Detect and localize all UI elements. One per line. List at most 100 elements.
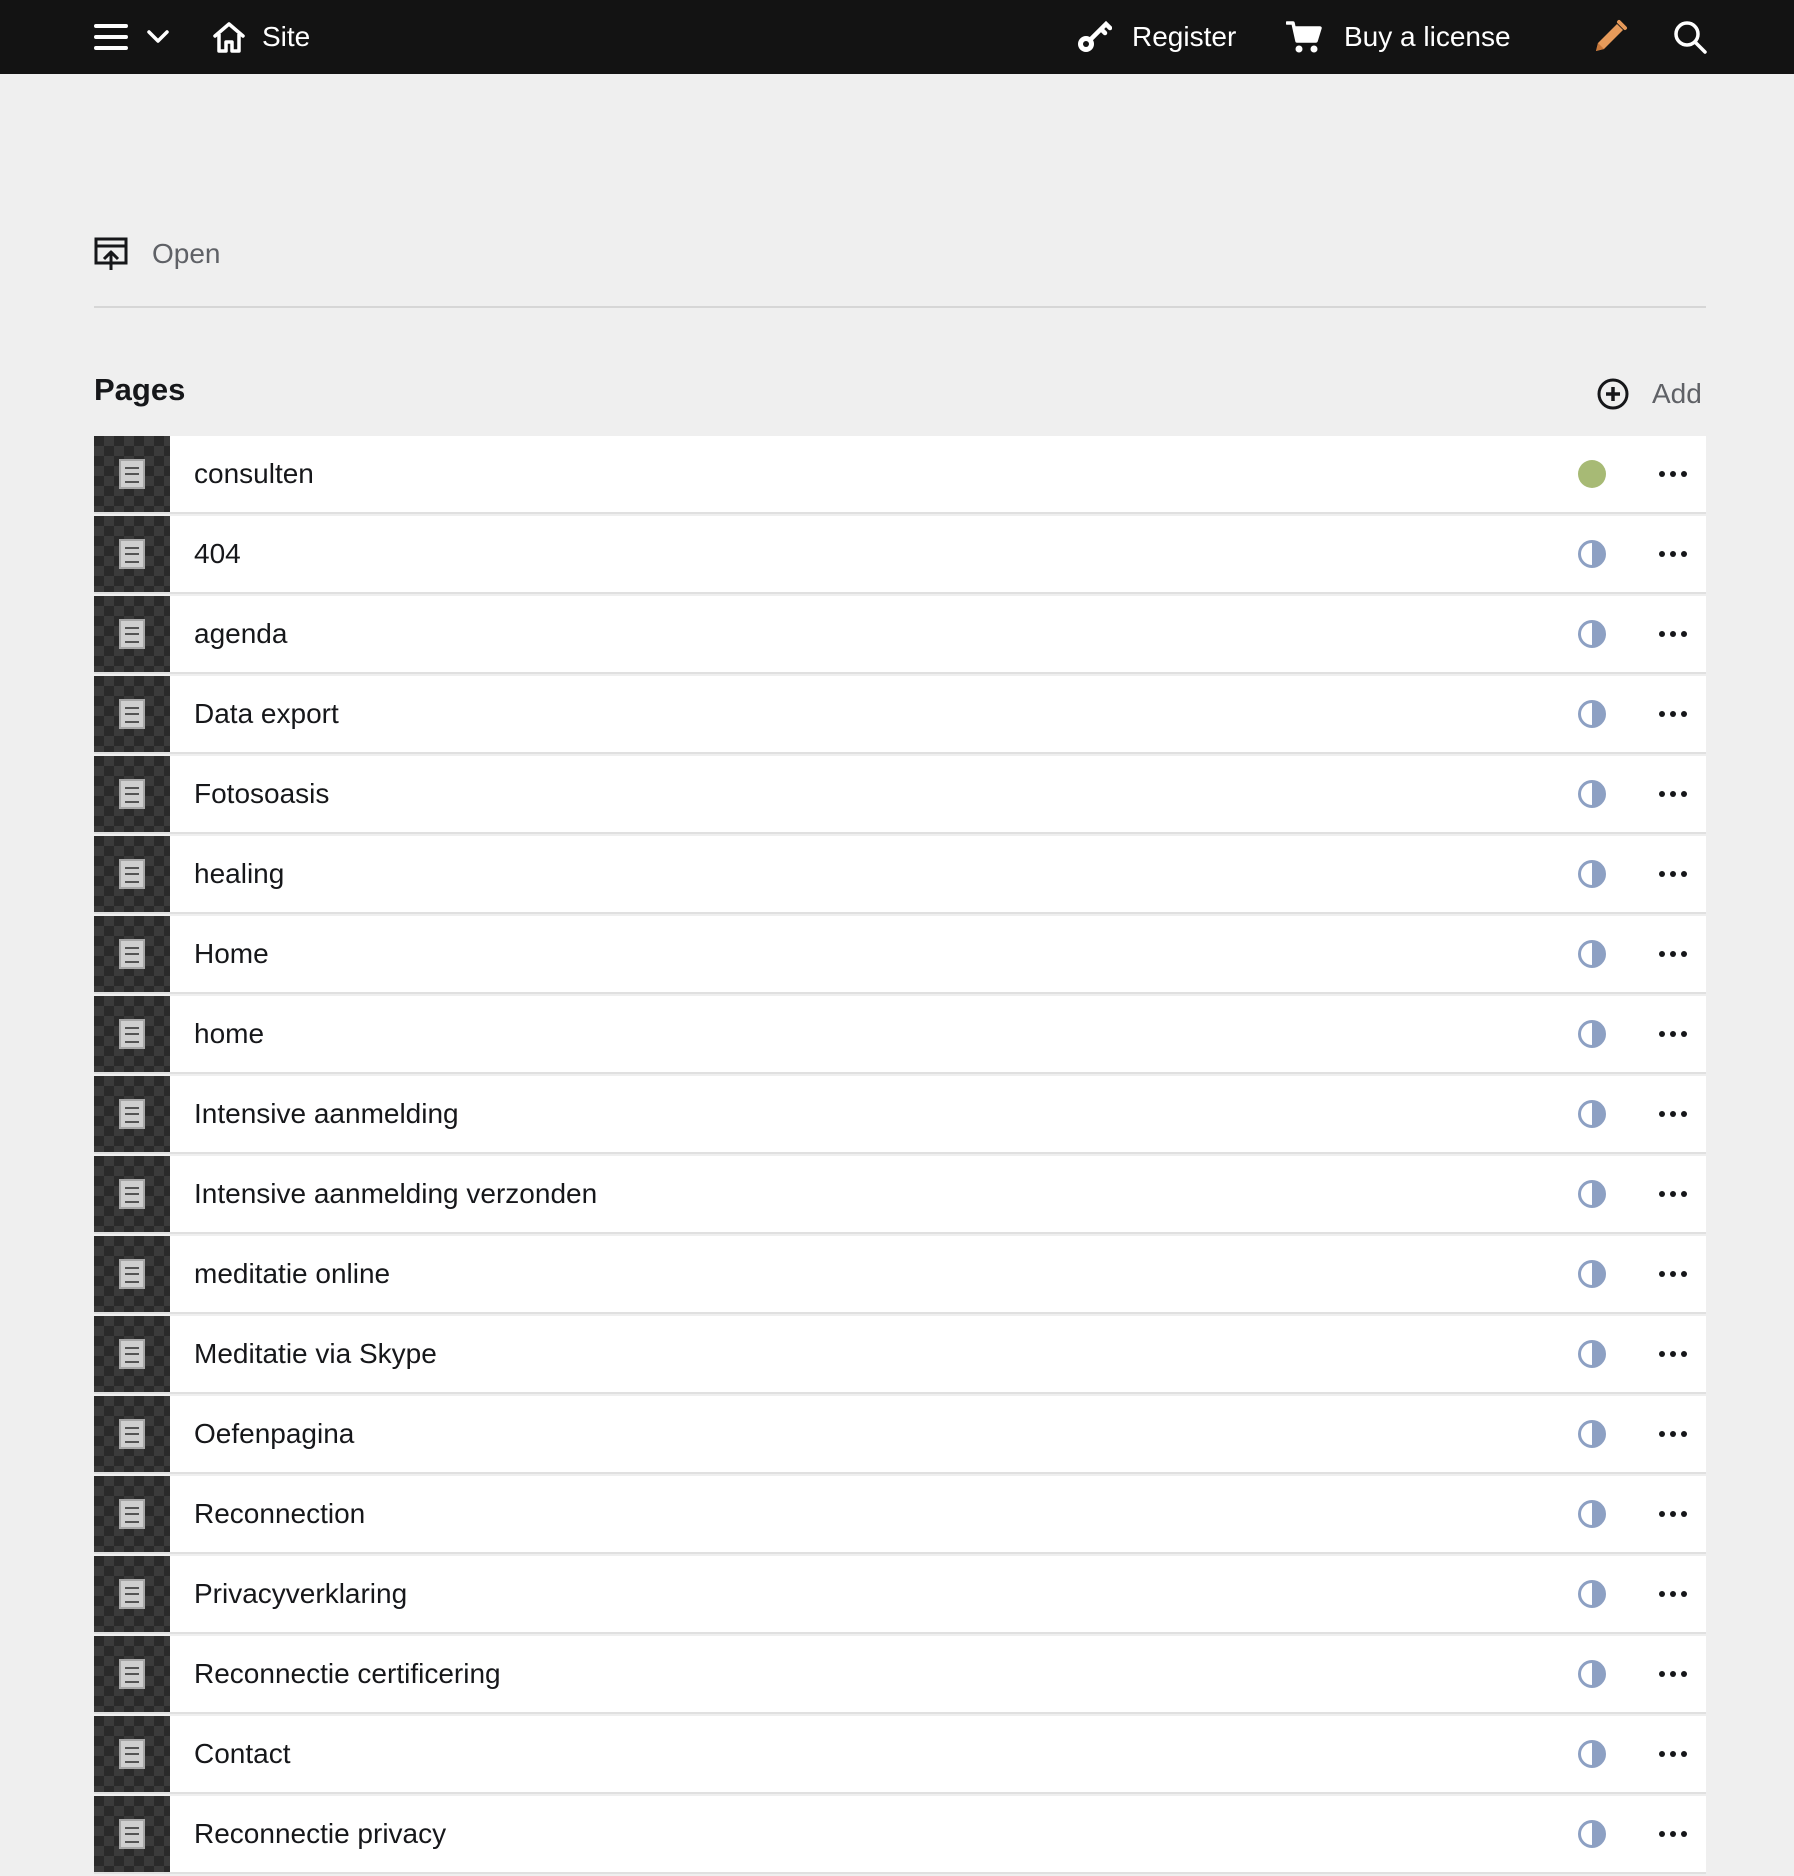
more-options-button[interactable] [1648, 1734, 1698, 1774]
page-row[interactable]: Privacyverklaring [94, 1556, 1706, 1632]
status-draft-icon[interactable] [1578, 1820, 1606, 1848]
page-row[interactable]: Data export [94, 676, 1706, 752]
buy-license-link[interactable]: Buy a license [1286, 0, 1511, 74]
page-title[interactable]: Reconnectie certificering [170, 1658, 1706, 1690]
more-dot [1681, 551, 1687, 557]
more-dot [1681, 871, 1687, 877]
more-options-button[interactable] [1648, 614, 1698, 654]
page-row[interactable]: Intensive aanmelding verzonden [94, 1156, 1706, 1232]
status-draft-icon[interactable] [1578, 940, 1606, 968]
status-draft-icon[interactable] [1578, 1420, 1606, 1448]
page-row[interactable]: Reconnectie privacy [94, 1796, 1706, 1872]
page-title[interactable]: Intensive aanmelding verzonden [170, 1178, 1706, 1210]
status-draft-icon[interactable] [1578, 1500, 1606, 1528]
page-title[interactable]: agenda [170, 618, 1706, 650]
open-button[interactable]: Open [94, 234, 221, 274]
status-draft-icon[interactable] [1578, 860, 1606, 888]
page-title[interactable]: Contact [170, 1738, 1706, 1770]
page-title[interactable]: home [170, 1018, 1706, 1050]
more-options-button[interactable] [1648, 774, 1698, 814]
more-options-button[interactable] [1648, 1654, 1698, 1694]
buy-license-label: Buy a license [1344, 21, 1511, 52]
more-options-button[interactable] [1648, 1334, 1698, 1374]
page-title[interactable]: Reconnection [170, 1498, 1706, 1530]
more-options-button[interactable] [1648, 454, 1698, 494]
status-draft-icon[interactable] [1578, 1180, 1606, 1208]
page-row[interactable]: Oefenpagina [94, 1396, 1706, 1472]
more-options-button[interactable] [1648, 854, 1698, 894]
status-draft-icon[interactable] [1578, 1100, 1606, 1128]
page-row[interactable]: Reconnectie certificering [94, 1636, 1706, 1712]
more-options-button[interactable] [1648, 534, 1698, 574]
more-options-button[interactable] [1648, 1014, 1698, 1054]
more-dot [1659, 791, 1665, 797]
more-dot [1670, 1111, 1676, 1117]
more-dot [1670, 711, 1676, 717]
more-dot [1670, 1191, 1676, 1197]
more-options-button[interactable] [1648, 934, 1698, 974]
menu-button[interactable] [94, 0, 128, 74]
page-row[interactable]: Reconnection [94, 1476, 1706, 1552]
more-dot [1681, 631, 1687, 637]
page-title[interactable]: consulten [170, 458, 1706, 490]
status-draft-icon[interactable] [1578, 780, 1606, 808]
add-page-button[interactable]: Add [1596, 374, 1702, 414]
more-dot [1670, 1591, 1676, 1597]
page-title[interactable]: Meditatie via Skype [170, 1338, 1706, 1370]
page-title[interactable]: healing [170, 858, 1706, 890]
page-row[interactable]: Home [94, 916, 1706, 992]
page-title[interactable]: Oefenpagina [170, 1418, 1706, 1450]
status-draft-icon[interactable] [1578, 1260, 1606, 1288]
status-draft-icon[interactable] [1578, 1340, 1606, 1368]
more-options-button[interactable] [1648, 1414, 1698, 1454]
status-draft-icon[interactable] [1578, 700, 1606, 728]
page-row[interactable]: Meditatie via Skype [94, 1316, 1706, 1392]
more-options-button[interactable] [1648, 1254, 1698, 1294]
page-title[interactable]: Fotosoasis [170, 778, 1706, 810]
page-row[interactable]: home [94, 996, 1706, 1072]
menu-dropdown-button[interactable] [146, 0, 170, 74]
page-title[interactable]: Data export [170, 698, 1706, 730]
status-draft-icon[interactable] [1578, 1740, 1606, 1768]
page-title[interactable]: Intensive aanmelding [170, 1098, 1706, 1130]
more-options-button[interactable] [1648, 1094, 1698, 1134]
more-dot [1681, 711, 1687, 717]
site-link[interactable]: Site [212, 0, 310, 74]
more-dot [1670, 951, 1676, 957]
page-title[interactable]: meditatie online [170, 1258, 1706, 1290]
page-thumbnail [94, 436, 170, 512]
status-draft-icon[interactable] [1578, 540, 1606, 568]
hamburger-icon [94, 24, 128, 50]
more-options-button[interactable] [1648, 1574, 1698, 1614]
page-row[interactable]: healing [94, 836, 1706, 912]
page-thumbnail [94, 1156, 170, 1232]
status-published-icon[interactable] [1578, 460, 1606, 488]
page-row[interactable]: 404 [94, 516, 1706, 592]
register-label: Register [1132, 21, 1237, 52]
more-dot [1670, 1671, 1676, 1677]
page-row[interactable]: Contact [94, 1716, 1706, 1792]
page-row[interactable]: Intensive aanmelding [94, 1076, 1706, 1152]
page-thumbnail [94, 676, 170, 752]
status-draft-icon[interactable] [1578, 1020, 1606, 1048]
status-draft-icon[interactable] [1578, 1580, 1606, 1608]
more-options-button[interactable] [1648, 1494, 1698, 1534]
page-row[interactable]: meditatie online [94, 1236, 1706, 1312]
chevron-down-icon [147, 30, 169, 43]
edit-button[interactable] [1592, 0, 1628, 74]
more-options-button[interactable] [1648, 1174, 1698, 1214]
search-button[interactable] [1672, 0, 1708, 74]
page-title[interactable]: Reconnectie privacy [170, 1818, 1706, 1850]
register-link[interactable]: Register [1076, 0, 1236, 74]
status-draft-icon[interactable] [1578, 1660, 1606, 1688]
page-row[interactable]: consulten [94, 436, 1706, 512]
page-row[interactable]: agenda [94, 596, 1706, 672]
page-title[interactable]: Privacyverklaring [170, 1578, 1706, 1610]
more-dot [1659, 1511, 1665, 1517]
page-title[interactable]: 404 [170, 538, 1706, 570]
more-options-button[interactable] [1648, 1814, 1698, 1854]
status-draft-icon[interactable] [1578, 620, 1606, 648]
page-title[interactable]: Home [170, 938, 1706, 970]
page-row[interactable]: Fotosoasis [94, 756, 1706, 832]
more-options-button[interactable] [1648, 694, 1698, 734]
